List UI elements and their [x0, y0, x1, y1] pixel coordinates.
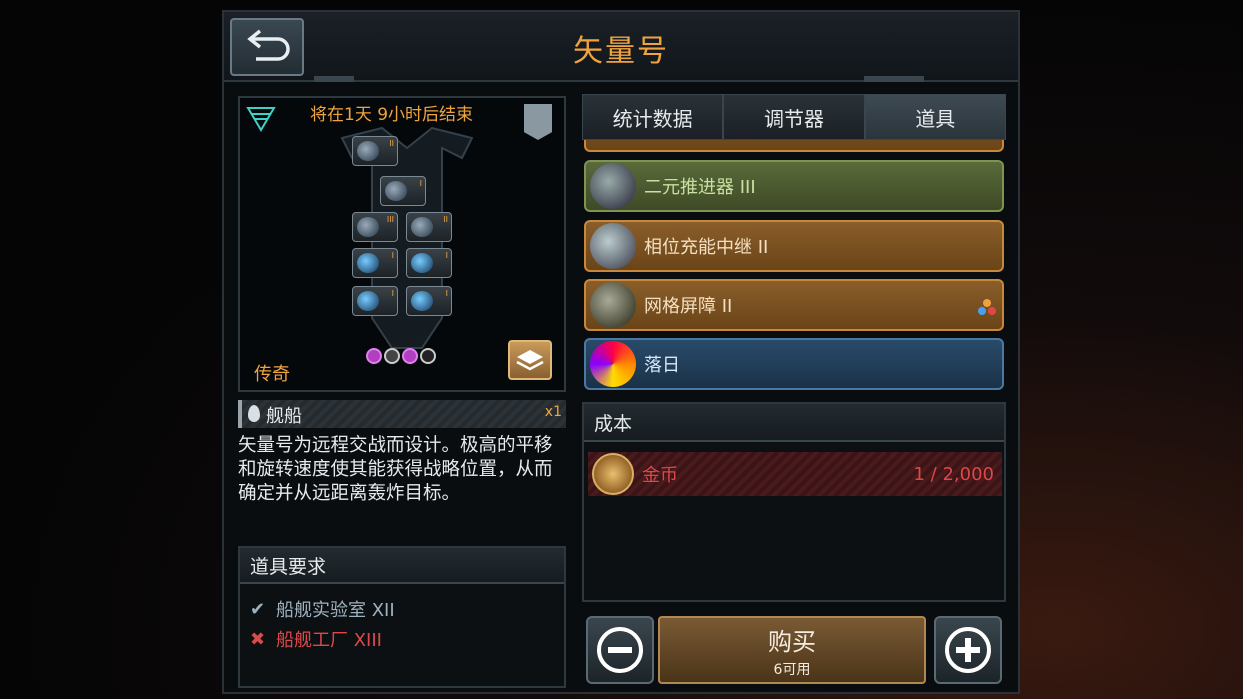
module-icon — [411, 217, 433, 237]
module-icon — [357, 141, 379, 161]
requirement-label: 船舰工厂 XIII — [276, 630, 382, 651]
available-count: 6可用 — [773, 661, 811, 678]
sunset-icon — [590, 341, 636, 387]
tab-modifiers[interactable]: 调节器 — [723, 94, 865, 140]
ship-slot[interactable]: I — [380, 176, 426, 206]
list-item[interactable]: 二元推进器 III — [584, 160, 1004, 212]
type-label: 舰船 — [266, 406, 302, 427]
bookmark-icon[interactable] — [524, 104, 552, 140]
cost-panel: 成本 金币 1 / 2,000 — [582, 402, 1006, 602]
ship-preview: 将在1天 9小时后结束 II I III II I I I I 传奇 — [238, 96, 566, 392]
plus-icon — [945, 627, 991, 673]
layers-button[interactable] — [508, 340, 552, 380]
header-decoration — [864, 76, 924, 82]
cost-header: 成本 — [584, 404, 1004, 442]
minus-icon — [597, 627, 643, 673]
augment-gems — [366, 348, 436, 364]
header-decoration — [314, 76, 354, 82]
weapon-icon — [357, 253, 379, 273]
cross-icon: ✖ — [250, 628, 266, 650]
ship-slot[interactable]: I — [352, 286, 398, 316]
faction-emblem-icon — [246, 107, 276, 132]
ship-slot[interactable]: I — [406, 248, 452, 278]
requirements-header: 道具要求 — [240, 548, 564, 584]
requirements-title: 道具要求 — [250, 556, 327, 578]
ship-type-icon — [248, 405, 260, 422]
ship-slot[interactable]: I — [406, 286, 452, 316]
list-item[interactable] — [584, 140, 1004, 152]
header: 矢量号 — [224, 12, 1018, 82]
weapon-icon — [411, 253, 433, 273]
item-name: 落日 — [644, 355, 680, 376]
layers-icon — [516, 350, 544, 371]
ship-slot[interactable]: III — [352, 212, 398, 242]
module-icon — [357, 217, 379, 237]
weapon-icon — [411, 291, 433, 311]
decrease-button[interactable] — [586, 616, 654, 684]
cost-row: 金币 1 / 2,000 — [588, 452, 1002, 496]
tab-bar: 统计数据 调节器 道具 — [582, 94, 1006, 140]
page-title: 矢量号 — [573, 34, 669, 69]
requirement-label: 船舰实验室 XII — [276, 600, 395, 621]
ship-silhouette — [340, 126, 474, 349]
requirement-item: ✔ 船舰实验室 XII — [250, 596, 395, 622]
gem-icon — [402, 348, 418, 364]
requirements-panel: 道具要求 ✔ 船舰实验室 XII ✖ 船舰工厂 XIII — [238, 546, 566, 688]
increase-button[interactable] — [934, 616, 1002, 684]
checkmark-icon: ✔ — [250, 598, 266, 620]
buy-label: 购买 — [768, 627, 816, 656]
item-name: 相位充能中继 II — [644, 237, 769, 258]
gem-icon — [366, 348, 382, 364]
list-item[interactable]: 网格屏障 II — [584, 279, 1004, 331]
weapon-icon — [357, 291, 379, 311]
tab-stats[interactable]: 统计数据 — [582, 94, 724, 140]
thruster-icon — [590, 163, 636, 209]
gem-icon — [384, 348, 400, 364]
purchase-controls: 购买 6可用 — [582, 614, 1006, 686]
requirement-item: ✖ 船舰工厂 XIII — [250, 626, 382, 652]
cost-title: 成本 — [594, 413, 633, 435]
ship-description: 矢量号为远程交战而设计。极高的平移和旋转速度使其能获得战略位置，从而确定并从远距… — [238, 435, 553, 504]
item-name: 二元推进器 III — [644, 177, 756, 198]
currency-label: 金币 — [642, 465, 678, 486]
gold-coin-icon — [592, 453, 634, 495]
barrier-icon — [590, 282, 636, 328]
item-list[interactable]: 二元推进器 III 相位充能中继 II 网格屏障 II 落日 — [582, 140, 1006, 390]
gem-icon — [420, 348, 436, 364]
list-item[interactable]: 落日 — [584, 338, 1004, 390]
list-item[interactable]: 相位充能中继 II — [584, 220, 1004, 272]
item-count: x1 — [544, 404, 562, 420]
type-bar: 舰船 x1 — [238, 400, 566, 428]
ship-slot[interactable]: I — [352, 248, 398, 278]
tri-color-icon — [978, 299, 996, 315]
module-icon — [385, 181, 407, 201]
ship-slot[interactable]: II — [406, 212, 452, 242]
item-name: 网格屏障 II — [644, 296, 733, 317]
tab-items[interactable]: 道具 — [864, 94, 1006, 140]
relay-icon — [590, 223, 636, 269]
cost-amount: 1 / 2,000 — [913, 463, 995, 485]
buy-button[interactable]: 购买 6可用 — [658, 616, 926, 684]
rarity-label: 传奇 — [254, 364, 290, 385]
ship-slot[interactable]: II — [352, 136, 398, 166]
main-window: 矢量号 将在1天 9小时后结束 II I III II I I I I 传奇 舰… — [222, 10, 1020, 694]
